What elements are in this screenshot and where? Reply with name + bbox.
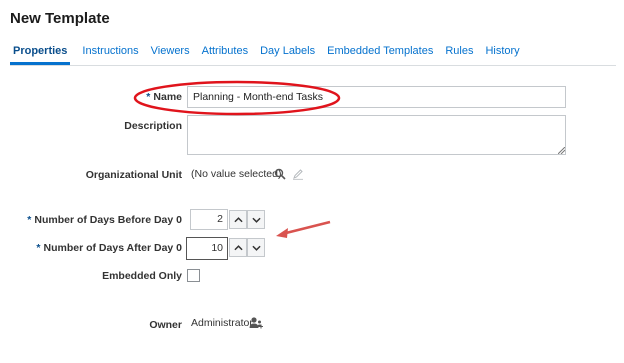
required-marker: * (146, 91, 151, 103)
org-unit-value: (No value selected) (191, 168, 282, 180)
tab-attributes[interactable]: Attributes (202, 44, 248, 65)
new-template-page: New Template Properties Instructions Vie… (0, 0, 624, 363)
search-icon[interactable] (274, 168, 286, 180)
required-marker: * (27, 214, 32, 226)
org-unit-label: Organizational Unit (85, 169, 182, 181)
days-before-label: * Number of Days Before Day 0 (27, 214, 182, 226)
name-input[interactable] (187, 86, 566, 108)
pencil-icon[interactable] (292, 168, 304, 180)
tab-history[interactable]: History (485, 44, 519, 65)
description-label: Description (124, 120, 182, 132)
tab-bar: Properties Instructions Viewers Attribut… (10, 44, 616, 66)
owner-label: Owner (149, 319, 182, 331)
chevron-up-icon (233, 216, 243, 222)
embedded-only-label: Embedded Only (102, 270, 182, 282)
embedded-only-checkbox[interactable] (187, 269, 200, 282)
tab-embedded-templates[interactable]: Embedded Templates (327, 44, 433, 65)
chevron-down-icon (251, 245, 261, 251)
days-after-input[interactable]: 10 (186, 237, 228, 260)
days-before-decrement-button[interactable] (247, 210, 265, 229)
tab-properties[interactable]: Properties (10, 44, 71, 65)
resize-grip-icon[interactable] (558, 147, 565, 154)
select-user-icon[interactable] (249, 316, 263, 330)
days-before-input[interactable]: 2 (190, 209, 228, 230)
name-label: * Name (146, 91, 182, 103)
chevron-down-icon (251, 217, 261, 223)
days-after-decrement-button[interactable] (247, 238, 265, 257)
days-before-increment-button[interactable] (229, 210, 247, 229)
tab-instructions[interactable]: Instructions (82, 44, 138, 65)
owner-value: Administrator (191, 317, 253, 329)
tab-viewers[interactable]: Viewers (151, 44, 190, 65)
days-after-label: * Number of Days After Day 0 (36, 242, 182, 254)
tab-day-labels[interactable]: Day Labels (260, 44, 315, 65)
tab-rules[interactable]: Rules (445, 44, 473, 65)
days-after-increment-button[interactable] (229, 238, 247, 257)
page-title: New Template (10, 10, 110, 27)
required-marker: * (36, 242, 41, 254)
description-textarea[interactable] (187, 115, 566, 155)
chevron-up-icon (233, 244, 243, 250)
